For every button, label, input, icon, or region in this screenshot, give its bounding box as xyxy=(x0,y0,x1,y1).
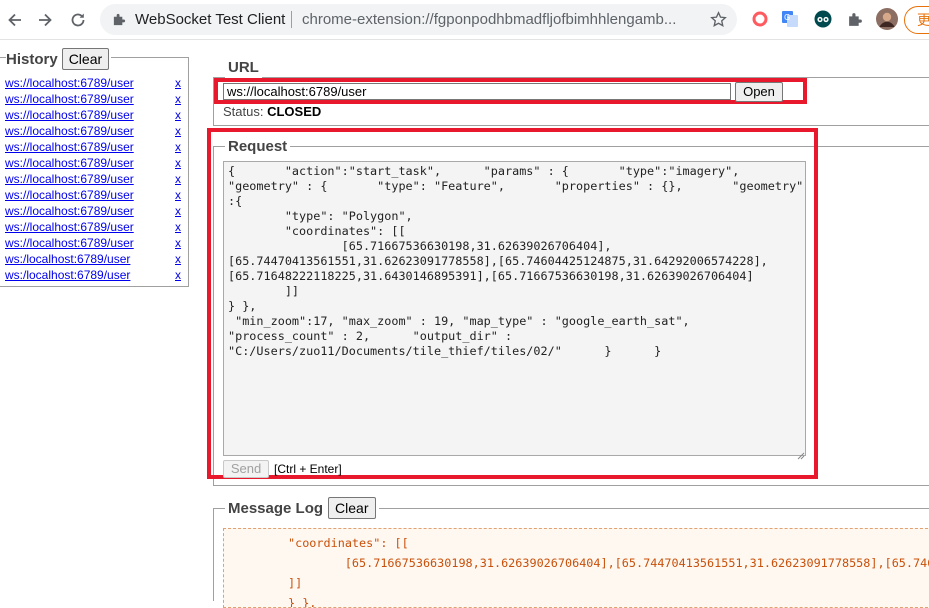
history-item-link[interactable]: ws:/localhost:6789/user xyxy=(5,268,130,282)
history-item-delete[interactable]: x xyxy=(175,108,181,122)
tripadvisor-icon[interactable] xyxy=(813,9,833,29)
opera-icon[interactable] xyxy=(750,9,770,29)
history-item: ws://localhost:6789/user x xyxy=(5,172,185,188)
profile-avatar[interactable] xyxy=(876,8,898,30)
history-item-link[interactable]: ws://localhost:6789/user xyxy=(5,124,134,138)
history-clear-button[interactable]: Clear xyxy=(61,48,110,70)
history-list: ws://localhost:6789/user x ws://localhost:… xyxy=(5,76,185,284)
message-log-title: Message Log xyxy=(228,499,324,517)
history-item-delete[interactable]: x xyxy=(175,268,181,282)
history-item: ws://localhost:6789/user x xyxy=(5,204,185,220)
translate-icon[interactable]: G xyxy=(780,9,800,29)
history-item-link[interactable]: ws://localhost:6789/user xyxy=(5,108,134,122)
request-legend: Request xyxy=(225,137,291,157)
send-button[interactable]: Send xyxy=(223,460,269,478)
history-item: ws://localhost:6789/user x xyxy=(5,108,185,124)
history-item-link[interactable]: ws://localhost:6789/user xyxy=(5,172,134,186)
url-fieldset-bottom-border xyxy=(213,125,929,126)
history-item-link[interactable]: ws://localhost:6789/user xyxy=(5,236,134,250)
history-legend: History Clear xyxy=(6,48,112,70)
history-item: ws://localhost:6789/user x xyxy=(5,156,185,172)
history-item: ws:/localhost:6789/user x xyxy=(5,268,185,284)
request-fieldset-bottom-border xyxy=(213,485,929,486)
extension-puzzle-icon xyxy=(112,12,127,32)
history-item-delete[interactable]: x xyxy=(175,172,181,186)
update-button[interactable]: 更 xyxy=(904,6,929,34)
browser-toolbar: WebSocket Test Client chrome-extension:/… xyxy=(0,0,929,40)
status-label: Status: xyxy=(223,104,264,119)
history-item: ws://localhost:6789/user x xyxy=(5,76,185,92)
svg-text:G: G xyxy=(784,13,790,22)
reload-icon[interactable] xyxy=(66,8,90,32)
extensions-icon[interactable] xyxy=(845,9,865,29)
history-item-delete[interactable]: x xyxy=(175,188,181,202)
back-arrow-icon[interactable] xyxy=(3,8,27,32)
send-shortcut-hint: [Ctrl + Enter] xyxy=(274,462,342,476)
connection-status: Status: CLOSED xyxy=(223,104,321,119)
history-item: ws://localhost:6789/user x xyxy=(5,140,185,156)
star-icon[interactable] xyxy=(710,11,727,33)
history-item-delete[interactable]: x xyxy=(175,92,181,106)
url-legend: URL xyxy=(225,58,262,78)
address-separator xyxy=(291,11,292,28)
history-item: ws://localhost:6789/user x xyxy=(5,124,185,140)
history-item-link[interactable]: ws://localhost:6789/user xyxy=(5,92,134,106)
history-item: ws://localhost:6789/user x xyxy=(5,188,185,204)
resize-grip-icon[interactable] xyxy=(797,447,805,460)
history-item-link[interactable]: ws://localhost:6789/user xyxy=(5,204,134,218)
history-item-delete[interactable]: x xyxy=(175,140,181,154)
history-item-link[interactable]: ws://localhost:6789/user xyxy=(5,76,134,90)
history-item: ws://localhost:6789/user x xyxy=(5,92,185,108)
history-item-delete[interactable]: x xyxy=(175,220,181,234)
address-bar[interactable]: WebSocket Test Client chrome-extension:/… xyxy=(100,4,737,35)
history-item-delete[interactable]: x xyxy=(175,252,181,266)
history-item-delete[interactable]: x xyxy=(175,124,181,138)
history-item-delete[interactable]: x xyxy=(175,76,181,90)
address-url: chrome-extension://fgponpodhbmadfljofbim… xyxy=(302,11,677,28)
request-textarea[interactable]: { "action":"start_task", "params" : { "t… xyxy=(223,161,806,456)
url-input[interactable]: ws://localhost:6789/user xyxy=(223,83,731,100)
page-title: WebSocket Test Client xyxy=(135,11,286,28)
message-log-content: "coordinates": [[ [65.71667536630198,31.… xyxy=(288,536,929,608)
history-item-delete[interactable]: x xyxy=(175,204,181,218)
history-item: ws:/localhost:6789/user x xyxy=(5,252,185,268)
status-value: CLOSED xyxy=(267,104,322,119)
history-item: ws://localhost:6789/user x xyxy=(5,220,185,236)
log-fieldset-left-border xyxy=(213,508,214,601)
message-log-clear-button[interactable]: Clear xyxy=(328,497,376,519)
history-title: History xyxy=(6,50,58,68)
history-item: ws://localhost:6789/user x xyxy=(5,236,185,252)
forward-arrow-icon[interactable] xyxy=(33,8,57,32)
history-item-link[interactable]: ws://localhost:6789/user xyxy=(5,220,134,234)
message-log-legend: Message Log Clear xyxy=(225,497,379,519)
open-button[interactable]: Open xyxy=(735,82,783,102)
history-item-link[interactable]: ws:/localhost:6789/user xyxy=(5,252,130,266)
history-item-delete[interactable]: x xyxy=(175,236,181,250)
history-item-link[interactable]: ws://localhost:6789/user xyxy=(5,156,134,170)
history-item-link[interactable]: ws://localhost:6789/user xyxy=(5,188,134,202)
history-item-delete[interactable]: x xyxy=(175,156,181,170)
history-item-link[interactable]: ws://localhost:6789/user xyxy=(5,140,134,154)
message-log-area[interactable]: "coordinates": [[ [65.71667536630198,31.… xyxy=(223,528,929,608)
